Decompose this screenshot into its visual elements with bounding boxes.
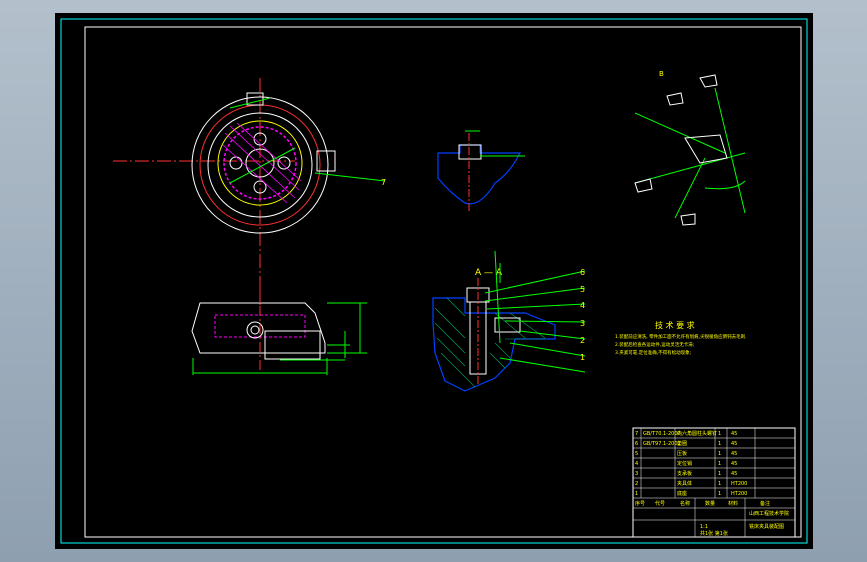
part-no-6: 6 xyxy=(635,441,638,447)
tech-req-line-1: 1.装配前应清洗, 零件加工面不允许有划痕,尖锐棱角应倒钝去毛刺. xyxy=(615,333,747,340)
detail-section-b xyxy=(437,130,525,213)
drawing-scale: 1:1 xyxy=(700,524,708,530)
detail-view-angles: B xyxy=(634,70,746,226)
callout-6: 6 xyxy=(580,268,585,277)
part-mat-6: 45 xyxy=(731,441,737,447)
inner-frame xyxy=(84,26,802,538)
part-name-2: 夹具体 xyxy=(677,480,692,487)
tech-req-title: 技 术 要 求 xyxy=(655,320,695,330)
header-qty: 数量 xyxy=(705,500,715,507)
part-qty-6: 1 xyxy=(718,441,721,447)
school-name: 山西工程技术学院 xyxy=(749,510,789,517)
part-qty-5: 1 xyxy=(718,451,721,457)
top-view xyxy=(113,78,386,305)
sheet-count: 共1张 第1张 xyxy=(700,530,728,537)
drawing-name: 铣床夹具装配图 xyxy=(749,523,784,530)
callout-4: 4 xyxy=(580,301,585,310)
part-no-7: 7 xyxy=(635,431,638,437)
part-qty-7: 1 xyxy=(718,431,721,437)
callout-1: 1 xyxy=(580,353,585,362)
tech-req-line-3: 3.夹紧可靠,定位准确,不得有松动现象; xyxy=(615,349,691,356)
callout-3: 3 xyxy=(580,319,585,328)
part-name-4: 定位销 xyxy=(677,460,692,467)
part-mat-2: HT200 xyxy=(731,481,747,487)
part-no-2: 2 xyxy=(635,481,638,487)
part-no-4: 4 xyxy=(635,461,638,467)
front-view xyxy=(191,288,367,375)
header-mat: 材料 xyxy=(728,500,738,507)
header-remark: 备注 xyxy=(760,500,770,507)
detail-b-label: B xyxy=(659,70,664,78)
cad-viewport[interactable]: A — A 6 5 4 3 2 1 7 B 技 术 要 求 1.装配前应清洗, … xyxy=(0,0,867,562)
part-mat-4: 45 xyxy=(731,461,737,467)
header-code: 代号 xyxy=(655,500,665,507)
part-mat-1: HT200 xyxy=(731,491,747,497)
header-no: 序号 xyxy=(635,500,645,507)
part-mat-5: 45 xyxy=(731,451,737,457)
part-code-6: GB/T97.1-2002 xyxy=(643,441,681,447)
part-name-3: 支承板 xyxy=(677,470,692,477)
callout-7: 7 xyxy=(381,178,386,187)
part-name-1: 底座 xyxy=(677,490,687,497)
title-block: 7 GB/T70.1-2000 内六角圆柱头螺钉 1 45 6 GB/T97.1… xyxy=(632,427,796,538)
part-qty-3: 1 xyxy=(718,471,721,477)
part-no-3: 3 xyxy=(635,471,638,477)
part-name-5: 压板 xyxy=(677,450,687,457)
part-name-7: 内六角圆柱头螺钉 xyxy=(677,430,717,437)
part-qty-2: 1 xyxy=(718,481,721,487)
outer-frame xyxy=(60,18,808,544)
part-mat-7: 45 xyxy=(731,431,737,437)
tech-req-line-2: 2.装配后检查各运动件,运动灵活无卡滞; xyxy=(615,341,694,348)
header-name: 名称 xyxy=(680,500,690,507)
part-no-5: 5 xyxy=(635,451,638,457)
callout-5: 5 xyxy=(580,285,585,294)
part-qty-1: 1 xyxy=(718,491,721,497)
part-no-1: 1 xyxy=(635,491,638,497)
part-mat-3: 45 xyxy=(731,471,737,477)
drawing-canvas: A — A 6 5 4 3 2 1 7 B 技 术 要 求 1.装配前应清洗, … xyxy=(60,18,808,544)
drawing-sheet: A — A 6 5 4 3 2 1 7 B 技 术 要 求 1.装配前应清洗, … xyxy=(55,13,813,549)
technical-requirements: 技 术 要 求 1.装配前应清洗, 零件加工面不允许有划痕,尖锐棱角应倒钝去毛刺… xyxy=(615,320,747,356)
part-qty-4: 1 xyxy=(718,461,721,467)
part-name-6: 垫圈 xyxy=(677,440,687,447)
part-code-7: GB/T70.1-2000 xyxy=(643,431,681,437)
callout-2: 2 xyxy=(580,336,585,345)
section-a-a-label: A — A xyxy=(475,268,503,278)
